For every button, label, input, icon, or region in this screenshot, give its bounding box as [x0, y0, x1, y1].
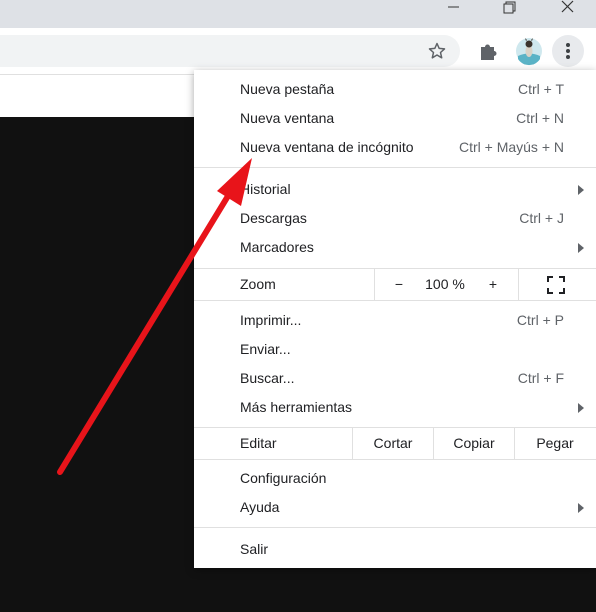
- annotation-arrow-icon: [57, 158, 252, 475]
